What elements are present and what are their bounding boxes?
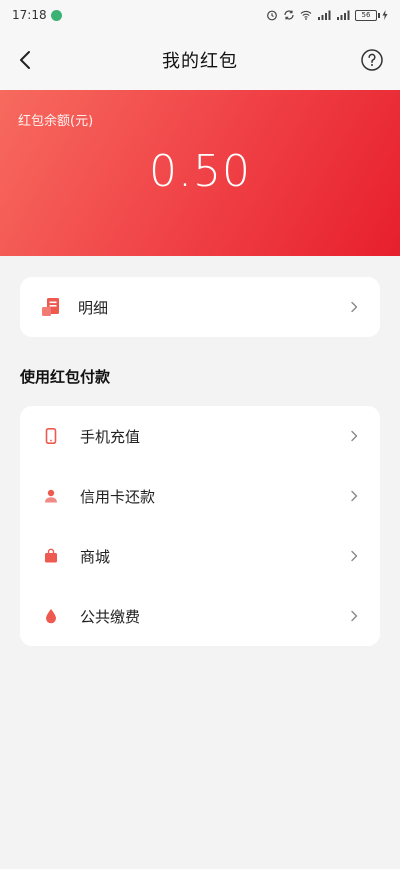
sync-icon [283,9,295,21]
phone-icon [44,428,58,444]
detail-row[interactable]: 明细 [20,277,380,337]
pay-item-label: 信用卡还款 [80,487,156,506]
battery-level: 56 [361,11,371,19]
question-icon [361,49,383,71]
alarm-icon [266,9,278,21]
status-time: 17:18 [12,8,47,22]
pay-item-utilities[interactable]: 公共缴费 [20,586,380,646]
pay-item-label: 手机充值 [80,427,141,446]
page-title: 我的红包 [162,51,238,72]
pay-item-phone-recharge[interactable]: 手机充值 [20,406,380,466]
app-notification-icon [50,9,62,21]
wifi-icon [300,10,312,20]
drop-icon [44,608,58,624]
pay-item-mall[interactable]: 商城 [20,526,380,586]
balance-banner: 红包余额(元) 0.50 [0,90,400,256]
pay-item-credit-card[interactable]: 信用卡还款 [20,466,380,526]
charging-icon [382,10,388,20]
receipt-icon [40,296,62,318]
chevron-right-icon [351,301,358,313]
balance-amount: 0.50 [149,146,251,197]
chevron-right-icon [351,610,358,622]
status-left: 17:18 [12,8,62,22]
battery-icon: 56 [355,9,380,21]
status-right: 56 [266,9,388,21]
pay-item-label: 商城 [80,547,111,566]
pay-options-card: 手机充值 信用卡还款 商城 公共缴费 [20,406,380,646]
detail-label: 明细 [78,298,109,317]
signal-icon-2 [336,10,350,20]
detail-card: 明细 [20,277,380,337]
back-button[interactable] [14,48,38,72]
person-icon [44,488,58,504]
signal-icon [317,10,331,20]
pay-item-label: 公共缴费 [80,607,141,626]
chevron-right-icon [351,490,358,502]
nav-bar: 我的红包 [0,30,400,90]
status-bar: 17:18 56 [0,0,400,30]
chevron-right-icon [351,430,358,442]
bag-icon [44,548,58,564]
balance-label: 红包余额(元) [18,114,94,129]
chevron-left-icon [20,51,30,69]
help-button[interactable] [360,48,384,72]
chevron-right-icon [351,550,358,562]
section-title: 使用红包付款 [20,368,111,386]
